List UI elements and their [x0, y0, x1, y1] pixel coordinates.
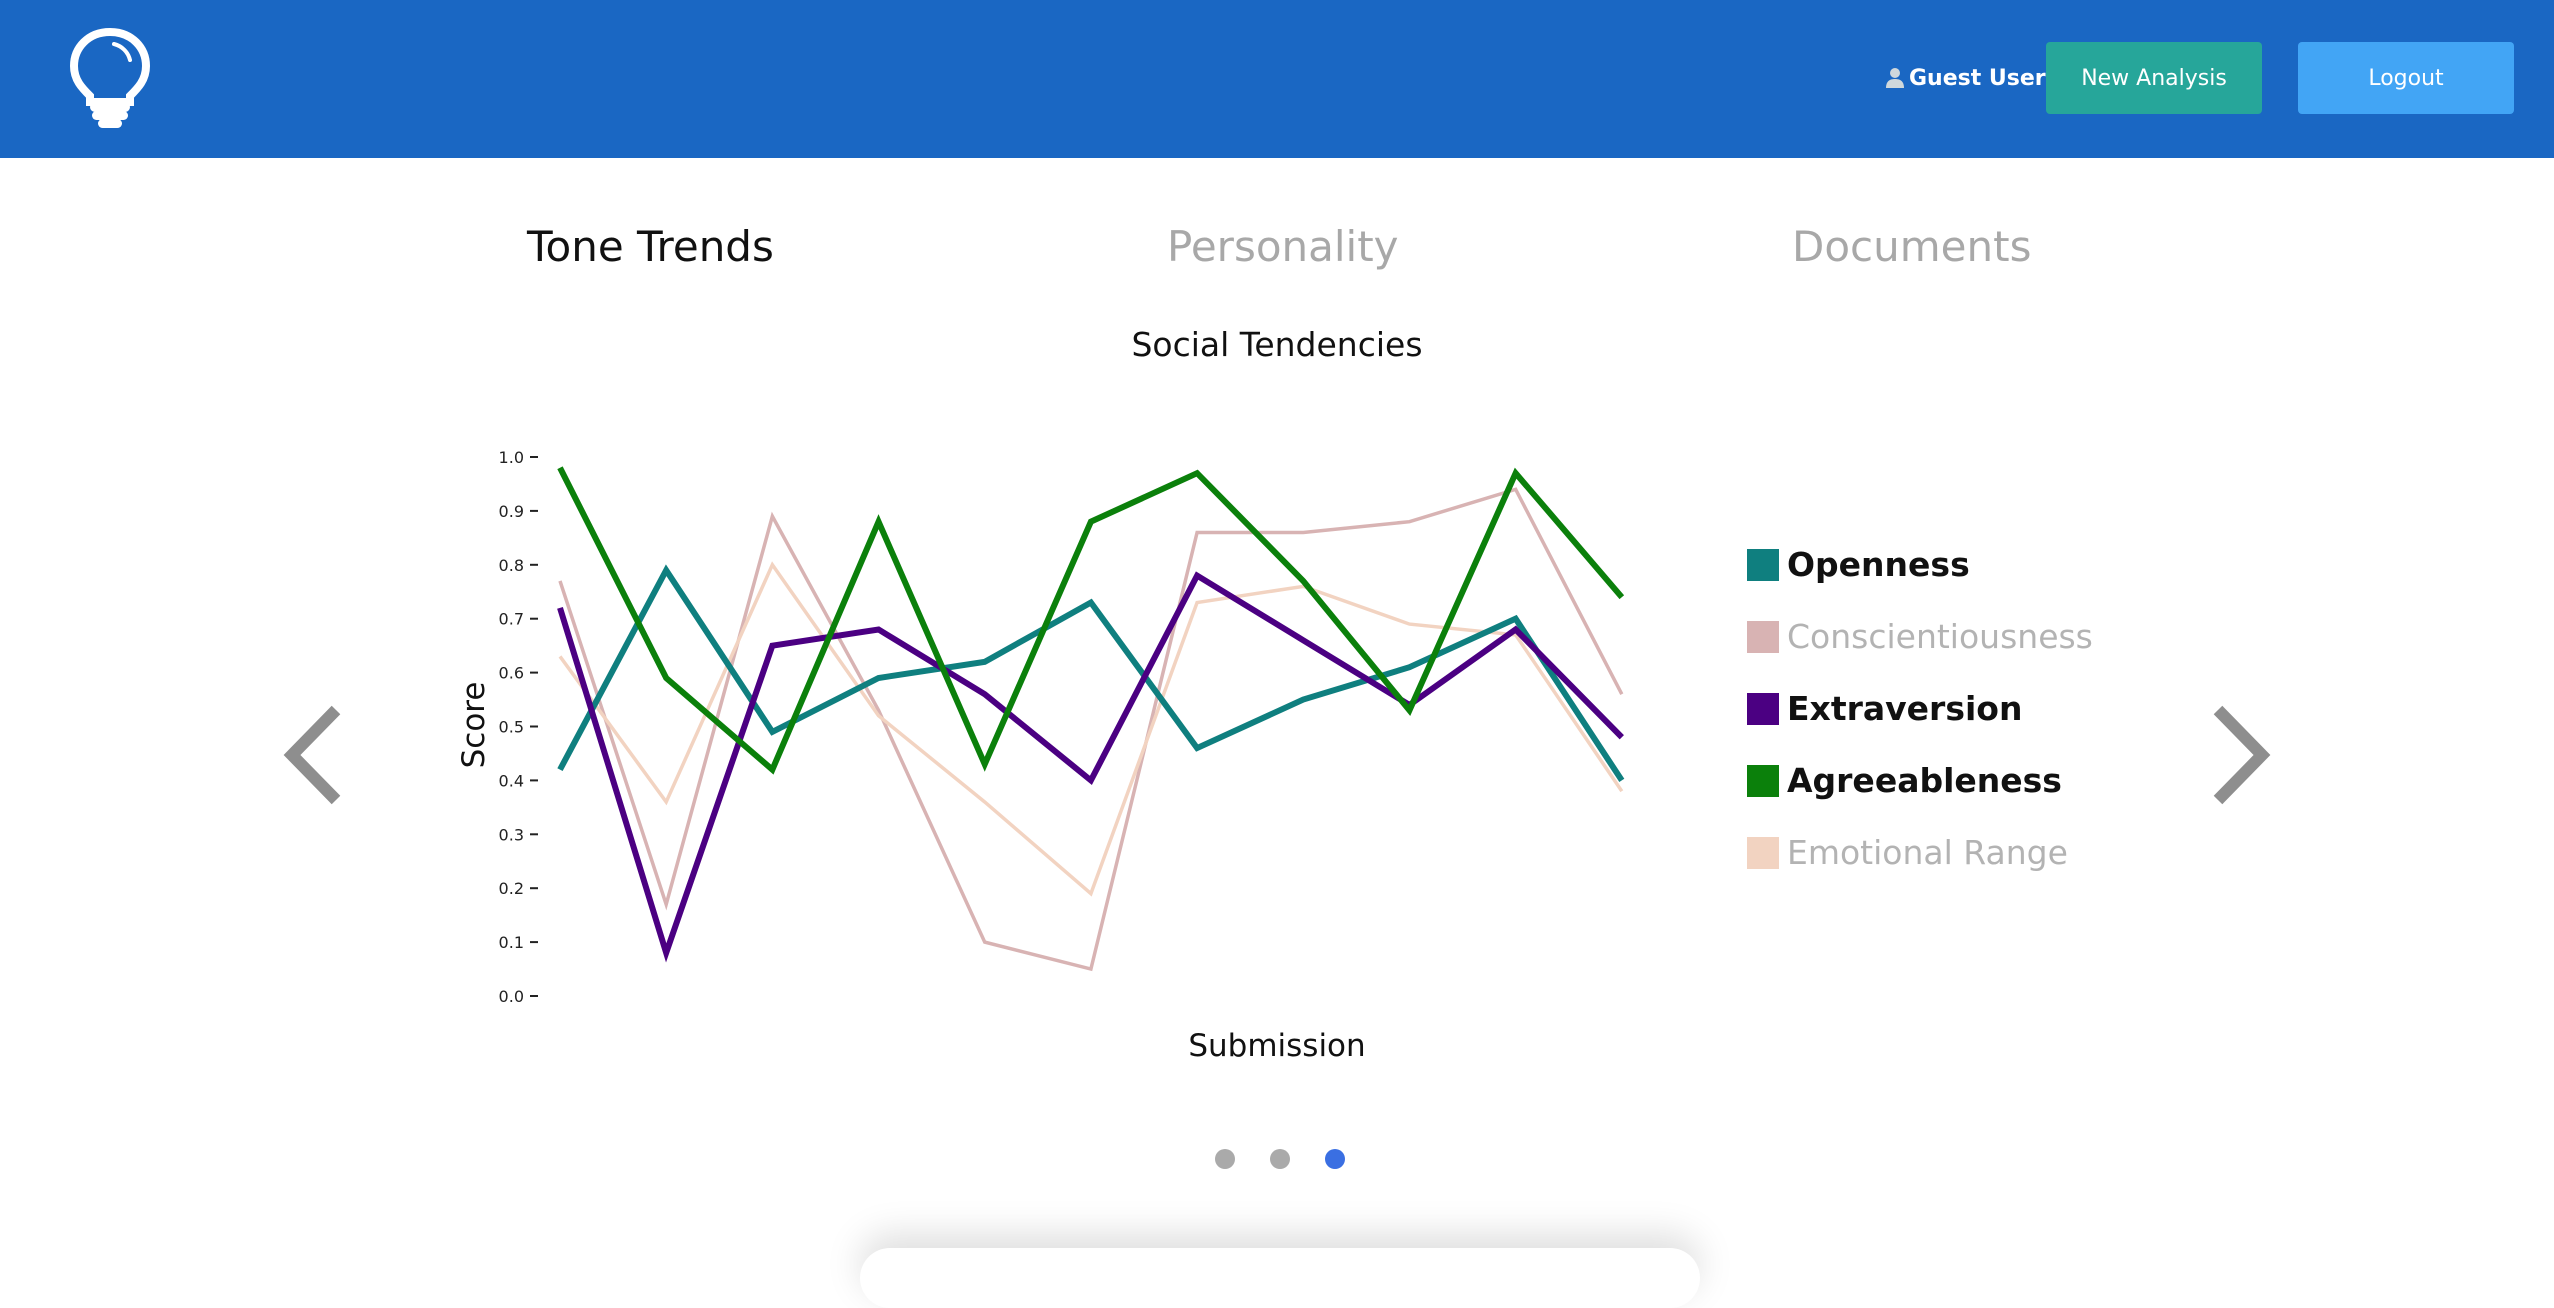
legend-label[interactable]: Emotional Range [1787, 833, 2068, 872]
chevron-left-icon[interactable] [280, 700, 350, 810]
y-tick-label: 0.3 [499, 825, 524, 844]
plot-area [557, 466, 1625, 972]
legend-swatch [1747, 765, 1779, 797]
y-tick-label: 0.5 [499, 718, 524, 737]
y-tick-label: 1.0 [499, 448, 524, 467]
series-line-agreeableness [557, 466, 1625, 775]
y-axis-label: Score [456, 682, 492, 769]
tab-tone-trends[interactable]: Tone Trends [527, 222, 774, 271]
new-analysis-label: New Analysis [2081, 65, 2227, 91]
lightbulb-icon[interactable] [68, 28, 152, 130]
content-card [860, 1248, 1700, 1308]
y-tick-label: 0.1 [499, 933, 524, 952]
y-tick-label: 0.6 [499, 664, 524, 683]
x-axis-label: Submission [1188, 1028, 1365, 1064]
y-tick-label: 0.8 [499, 556, 524, 575]
user-name: Guest User [1909, 65, 2046, 91]
series-line-emotional-range [558, 561, 1624, 897]
legend-label[interactable]: Extraversion [1787, 689, 2022, 728]
y-axis: 0.0 0.1 0.2 0.3 0.4 0.5 0.6 0.7 0.8 0.9 1.0 [499, 448, 538, 1006]
tab-documents[interactable]: Documents [1792, 222, 2031, 271]
chart-title: Social Tendencies [1131, 325, 1422, 364]
legend-swatch [1747, 837, 1779, 869]
carousel-dot[interactable] [1215, 1149, 1235, 1169]
carousel-dot[interactable] [1270, 1149, 1290, 1169]
new-analysis-button[interactable]: New Analysis [2046, 42, 2262, 114]
logout-button[interactable]: Logout [2298, 42, 2514, 114]
series-line-openness [557, 564, 1625, 783]
user-menu[interactable]: Guest User [1885, 62, 2046, 94]
legend-swatch [1747, 549, 1779, 581]
top-nav-bar: Guest User New Analysis Logout [0, 0, 2554, 158]
y-tick-label: 0.7 [499, 610, 524, 629]
y-tick-label: 0.2 [499, 879, 524, 898]
legend-label[interactable]: Openness [1787, 545, 1970, 584]
chevron-right-icon[interactable] [2204, 700, 2274, 810]
legend-label[interactable]: Agreeableness [1787, 761, 2062, 800]
carousel-dot-active[interactable] [1325, 1149, 1345, 1169]
series-line-extraversion [557, 571, 1624, 963]
y-tick-label: 0.0 [499, 987, 524, 1006]
tab-personality[interactable]: Personality [1167, 222, 1399, 271]
series-line-conscientiousness [558, 487, 1624, 972]
carousel-indicators [1215, 1149, 1345, 1169]
tone-trends-chart: Social Tendencies 0.00.10.20.30.40.50.60… [456, 325, 2093, 1064]
legend-swatch [1747, 621, 1779, 653]
legend-label[interactable]: Conscientiousness [1787, 617, 2093, 656]
chart-legend: Openness Conscientiousness Extraversion Agr… [1747, 545, 2093, 872]
logout-label: Logout [2368, 65, 2444, 91]
y-tick-label: 0.9 [499, 502, 524, 521]
user-icon [1886, 68, 1904, 88]
y-tick-label: 0.4 [499, 771, 524, 790]
legend-swatch [1747, 693, 1779, 725]
